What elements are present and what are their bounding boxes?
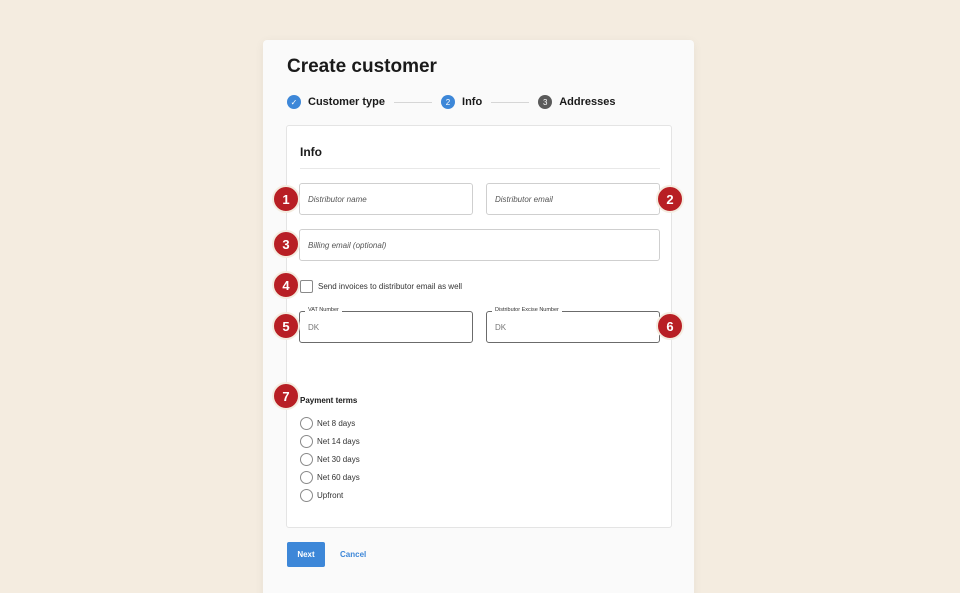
send-invoices-label: Send invoices to distributor email as we… xyxy=(318,282,463,291)
step-number: 3 xyxy=(538,95,553,109)
cancel-link[interactable]: Cancel xyxy=(340,542,366,567)
distributor-name-input[interactable] xyxy=(308,194,472,204)
annotation-badge: 7 xyxy=(272,382,300,410)
page-title: Create customer xyxy=(287,56,437,77)
radio-button[interactable] xyxy=(300,470,313,484)
step-customer-type[interactable]: ✓ Customer type xyxy=(287,95,385,109)
radio-button[interactable] xyxy=(300,488,313,502)
radio-label: Net 8 days xyxy=(317,418,356,428)
payment-option[interactable]: Net 30 days xyxy=(300,450,360,468)
annotation-badge: 1 xyxy=(272,185,300,213)
annotation-badge: 6 xyxy=(656,312,684,340)
step-number: 2 xyxy=(441,95,456,109)
divider xyxy=(300,168,660,169)
vat-number-field[interactable]: VAT Number DK xyxy=(299,307,473,343)
stepper: ✓ Customer type 2 Info 3 Addresses xyxy=(287,94,615,110)
payment-option[interactable]: Upfront xyxy=(300,486,360,504)
distributor-email-field[interactable] xyxy=(486,183,660,215)
step-connector xyxy=(394,101,433,103)
payment-terms-radio-group: Net 8 days Net 14 days Net 30 days Net 6… xyxy=(300,414,360,504)
annotation-badge: 4 xyxy=(272,271,300,299)
next-button[interactable]: Next xyxy=(287,542,325,567)
step-label: Info xyxy=(462,96,483,108)
step-label: Addresses xyxy=(559,96,616,108)
vat-number-value[interactable]: DK xyxy=(308,323,319,332)
radio-button[interactable] xyxy=(300,416,313,430)
payment-option[interactable]: Net 8 days xyxy=(300,414,360,432)
excise-number-value[interactable]: DK xyxy=(495,323,506,332)
distributor-email-input[interactable] xyxy=(495,194,659,204)
vat-number-label: VAT Number xyxy=(305,307,342,313)
radio-button[interactable] xyxy=(300,452,313,466)
send-invoices-row[interactable]: Send invoices to distributor email as we… xyxy=(300,280,462,293)
send-invoices-checkbox[interactable] xyxy=(300,280,313,293)
excise-number-field[interactable]: Distributor Excise Number DK xyxy=(486,307,660,343)
info-card: Info Send invoices to distributor email … xyxy=(286,125,672,528)
excise-number-label: Distributor Excise Number xyxy=(492,307,562,313)
billing-email-input[interactable] xyxy=(308,240,659,250)
step-info[interactable]: 2 Info xyxy=(441,95,482,109)
step-connector xyxy=(491,101,530,103)
annotation-badge: 3 xyxy=(272,230,300,258)
create-customer-panel: Create customer ✓ Customer type 2 Info 3… xyxy=(263,40,694,593)
annotation-badge: 2 xyxy=(656,185,684,213)
check-icon: ✓ xyxy=(287,95,301,109)
billing-email-field[interactable] xyxy=(299,229,660,261)
step-addresses[interactable]: 3 Addresses xyxy=(538,95,615,109)
payment-option[interactable]: Net 14 days xyxy=(300,432,360,450)
distributor-name-field[interactable] xyxy=(299,183,473,215)
annotation-badge: 5 xyxy=(272,312,300,340)
radio-label: Upfront xyxy=(317,490,344,500)
radio-button[interactable] xyxy=(300,434,313,448)
radio-label: Net 30 days xyxy=(317,454,360,464)
radio-label: Net 14 days xyxy=(317,436,360,446)
payment-option[interactable]: Net 60 days xyxy=(300,468,360,486)
card-title: Info xyxy=(300,145,322,159)
payment-terms-label: Payment terms xyxy=(300,396,358,405)
radio-label: Net 60 days xyxy=(317,472,360,482)
step-label: Customer type xyxy=(308,96,386,108)
